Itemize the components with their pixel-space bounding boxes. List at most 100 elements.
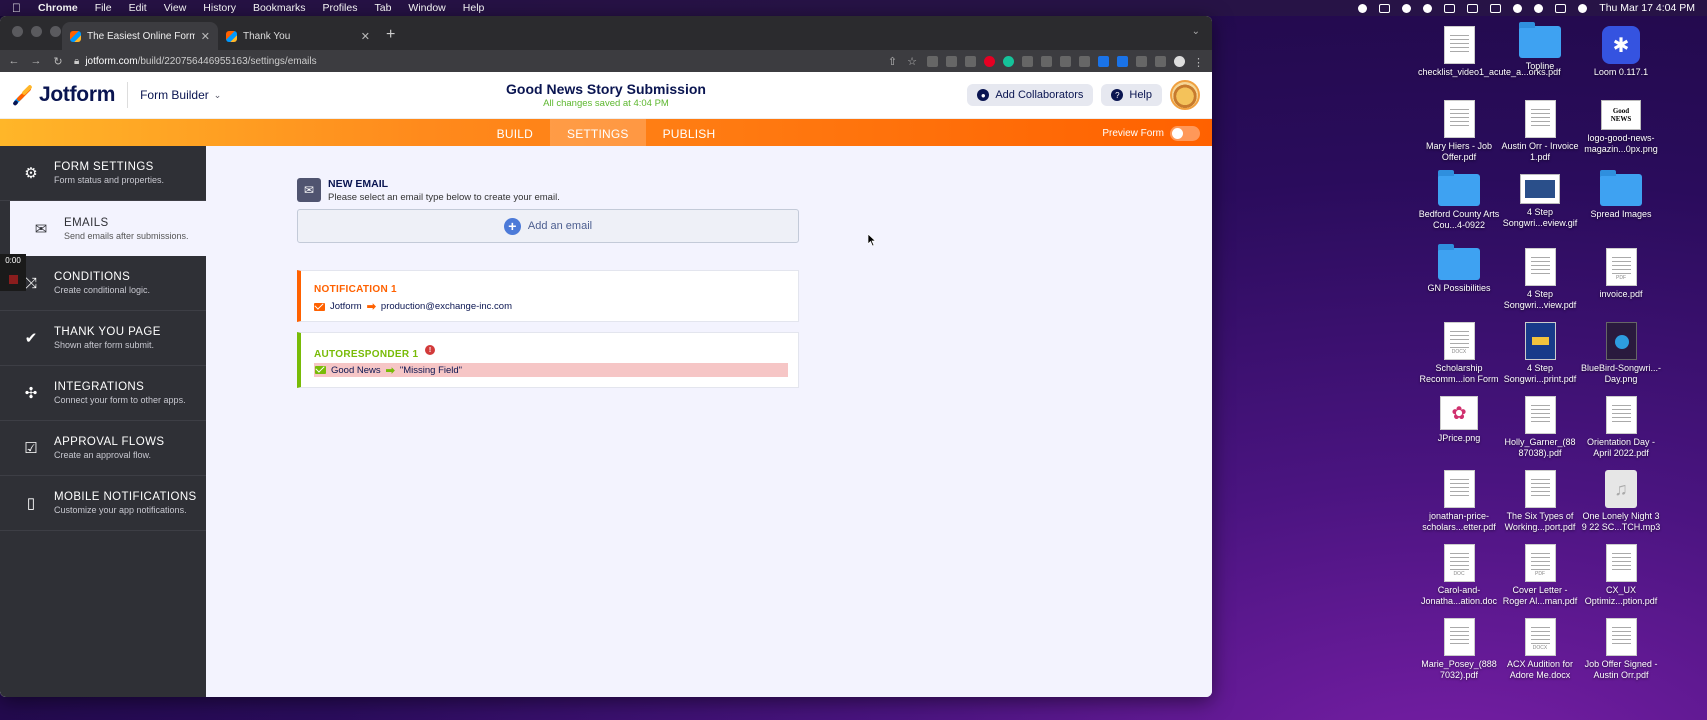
desktop-item[interactable]: checklist_video1_acute_a...orks.pdf xyxy=(1418,26,1561,78)
wifi-icon[interactable] xyxy=(1513,3,1523,13)
sidebar-item-approval-flows[interactable]: ☑ APPROVAL FLOWS Create an approval flow. xyxy=(0,421,206,476)
sidebar-item-emails[interactable]: ✉ EMAILS Send emails after submissions. xyxy=(10,201,206,256)
forward-arrow-icon[interactable]: → xyxy=(30,55,42,67)
desktop-item[interactable]: DOCX Scholarship Recomm...ion Form xyxy=(1418,322,1500,385)
desktop-item[interactable]: CX_UX Optimiz...ption.pdf xyxy=(1580,544,1662,607)
address-bar[interactable]: 🔒︎ jotform.com/build/220756446955163/set… xyxy=(74,56,878,67)
jotform-logo[interactable]: Jotform xyxy=(12,83,115,107)
sidebar-item-thank-you-page[interactable]: ✔ THANK YOU PAGE Shown after form submit. xyxy=(0,311,206,366)
control-center-icon[interactable] xyxy=(1555,3,1567,13)
tab-build[interactable]: BUILD xyxy=(480,119,550,148)
browser-tab-2[interactable]: Thank You ✕ xyxy=(218,22,378,50)
desktop-item[interactable]: Mary Hiers - Job Offer.pdf xyxy=(1418,100,1500,163)
desktop-item[interactable]: Good NEWS logo-good-news-magazin...0px.pn… xyxy=(1580,100,1662,155)
menubar-item[interactable]: Profiles xyxy=(322,2,357,14)
desktop-item[interactable]: Bedford County Arts Cou...4-0922 xyxy=(1418,170,1500,231)
menubar-item[interactable]: Window xyxy=(408,2,445,14)
help-button[interactable]: ? Help xyxy=(1101,84,1162,106)
screen-record-icon[interactable] xyxy=(1379,3,1391,13)
apple-menu-icon[interactable]:  xyxy=(12,2,24,14)
menubar-item[interactable]: File xyxy=(95,2,112,14)
preview-form-toggle[interactable] xyxy=(1170,126,1200,141)
extension-icon[interactable] xyxy=(965,55,976,67)
loom-status-icon[interactable] xyxy=(1402,3,1412,13)
extension-icon[interactable] xyxy=(1041,55,1052,67)
add-email-button[interactable]: + Add an email xyxy=(297,209,799,243)
tab-search-chevron-icon[interactable]: ⌄ xyxy=(1192,26,1200,37)
sidebar-item-mobile-notifications[interactable]: ▯ MOBILE NOTIFICATIONS Customize your app… xyxy=(0,476,206,531)
desktop-item[interactable]: ✿ JPrice.png xyxy=(1418,396,1500,444)
extension-icon[interactable] xyxy=(1098,55,1109,67)
stop-recording-button[interactable] xyxy=(0,267,26,291)
desktop-item[interactable]: Austin Orr - Invoice 1.pdf xyxy=(1499,100,1581,163)
desktop-item[interactable]: The Six Types of Working...port.pdf xyxy=(1499,470,1581,533)
tab-publish[interactable]: PUBLISH xyxy=(646,119,733,148)
desktop-item[interactable]: Spread Images xyxy=(1580,170,1662,220)
desktop-item[interactable]: 4 Step Songwri...eview.gif xyxy=(1499,174,1581,229)
zoom-window-button[interactable] xyxy=(50,26,61,37)
back-arrow-icon[interactable]: ← xyxy=(8,55,20,67)
extension-icon[interactable] xyxy=(1136,55,1147,67)
menubar-item[interactable]: View xyxy=(164,2,187,14)
desktop-item[interactable]: PDF invoice.pdf xyxy=(1580,248,1662,300)
menubar-item[interactable]: History xyxy=(203,2,236,14)
user-avatar[interactable] xyxy=(1170,80,1200,110)
desktop-item[interactable]: 4 Step Songwri...print.pdf xyxy=(1499,322,1581,385)
desktop-item[interactable]: ♫ One Lonely Night 3 9 22 SC...TCH.mp3 xyxy=(1580,470,1662,533)
extension-icon[interactable] xyxy=(1060,55,1071,67)
bluetooth-icon[interactable] xyxy=(1467,3,1479,13)
desktop-item[interactable]: Holly_Garner_(88 87038).pdf xyxy=(1499,396,1581,459)
add-collaborators-button[interactable]: ● Add Collaborators xyxy=(967,84,1094,106)
sidebar-item-integrations[interactable]: ✣ INTEGRATIONS Connect your form to other… xyxy=(0,366,206,421)
desktop-item[interactable]: Topline xyxy=(1499,22,1581,72)
reload-icon[interactable]: ↻ xyxy=(52,55,64,68)
desktop-item[interactable]: DOCX ACX Audition for Adore Me.docx xyxy=(1499,618,1581,681)
siri-icon[interactable] xyxy=(1578,3,1588,13)
extension-icon[interactable] xyxy=(1079,55,1090,67)
menubar-item[interactable]: Chrome xyxy=(38,2,78,14)
desktop-item[interactable]: ✱ Loom 0.117.1 xyxy=(1580,26,1662,78)
notification-email-card[interactable]: NOTIFICATION 1 Jotform ➡ production@exch… xyxy=(297,270,799,322)
desktop-item[interactable]: PDF Cover Letter - Roger Al...man.pdf xyxy=(1499,544,1581,607)
desktop-item[interactable]: Marie_Posey_(888 7032).pdf xyxy=(1418,618,1500,681)
desktop-item[interactable]: Orientation Day - April 2022.pdf xyxy=(1580,396,1662,459)
extension-icon[interactable] xyxy=(1117,55,1128,67)
form-builder-dropdown[interactable]: Form Builder ⌄ xyxy=(140,88,221,102)
sidebar-item-form-settings[interactable]: ⚙ FORM SETTINGS Form status and propertie… xyxy=(0,146,206,201)
desktop-item[interactable]: jonathan-price-scholars...etter.pdf xyxy=(1418,470,1500,533)
sidebar-item-conditions[interactable]: ⤨ CONDITIONS Create conditional logic. xyxy=(0,256,206,311)
menubar-item[interactable]: Edit xyxy=(129,2,147,14)
extension-icon[interactable] xyxy=(946,55,957,67)
tab-settings[interactable]: SETTINGS xyxy=(549,119,646,148)
warning-info-icon[interactable]: ! xyxy=(425,345,435,355)
headphones-icon[interactable] xyxy=(1444,3,1456,13)
pinterest-extension-icon[interactable] xyxy=(984,55,995,67)
grammarly-extension-icon[interactable] xyxy=(1003,55,1014,67)
desktop-item[interactable]: BlueBird-Songwri...-Day.png xyxy=(1580,322,1662,385)
menubar-clock[interactable]: Thu Mar 17 4:04 PM xyxy=(1599,2,1695,14)
close-window-button[interactable] xyxy=(12,26,23,37)
close-tab-icon[interactable]: ✕ xyxy=(361,30,370,43)
close-tab-icon[interactable]: ✕ xyxy=(201,30,210,43)
minimize-window-button[interactable] xyxy=(31,26,42,37)
spotlight-search-icon[interactable] xyxy=(1534,3,1544,13)
share-icon[interactable]: ⇧ xyxy=(888,55,897,68)
gear-status-icon[interactable] xyxy=(1358,3,1368,13)
extensions-puzzle-icon[interactable] xyxy=(1155,55,1166,67)
extension-icon[interactable] xyxy=(927,55,938,67)
menubar-item[interactable]: Bookmarks xyxy=(253,2,306,14)
bookmark-star-icon[interactable]: ☆ xyxy=(907,55,917,68)
profile-avatar-icon[interactable] xyxy=(1174,55,1185,67)
menubar-item[interactable]: Help xyxy=(463,2,485,14)
kebab-menu-icon[interactable]: ⋮ xyxy=(1193,56,1204,69)
desktop-item[interactable]: DOC Carol-and-Jonatha...ation.doc xyxy=(1418,544,1500,607)
autoresponder-email-card[interactable]: AUTORESPONDER 1 ! Good News ➡ "Missing F… xyxy=(297,332,799,388)
browser-tab-1[interactable]: The Easiest Online Form Builder ✕ xyxy=(62,22,218,50)
new-tab-button[interactable]: + xyxy=(386,26,395,44)
desktop-item[interactable]: Job Offer Signed - Austin Orr.pdf xyxy=(1580,618,1662,681)
desktop-item[interactable]: 4 Step Songwri...view.pdf xyxy=(1499,248,1581,311)
focus-moon-icon[interactable] xyxy=(1423,3,1433,13)
battery-icon[interactable] xyxy=(1490,3,1502,13)
extension-icon[interactable] xyxy=(1022,55,1033,67)
desktop-item[interactable]: GN Possibilities xyxy=(1418,244,1500,294)
